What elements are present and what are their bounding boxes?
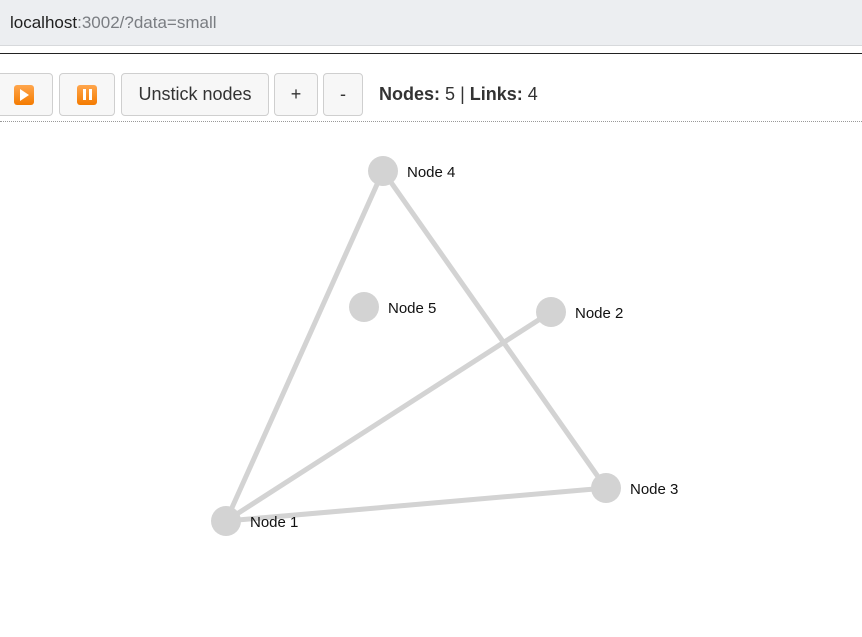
graph-node-label-3: Node 3 <box>630 481 678 498</box>
graph-node-3[interactable] <box>591 473 621 503</box>
graph-node-label-1: Node 1 <box>250 514 298 531</box>
force-graph-canvas[interactable]: Node 1 Node 2 Node 3 Node 4 Node 5 <box>0 0 862 637</box>
graph-node-label-2: Node 2 <box>575 305 623 322</box>
graph-node-label-5: Node 5 <box>388 300 436 317</box>
graph-node-5[interactable] <box>349 292 379 322</box>
graph-node-1[interactable] <box>211 506 241 536</box>
graph-node-label-4: Node 4 <box>407 164 455 181</box>
graph-node-2[interactable] <box>536 297 566 327</box>
graph-node-4[interactable] <box>368 156 398 186</box>
link-4-3 <box>380 169 609 490</box>
